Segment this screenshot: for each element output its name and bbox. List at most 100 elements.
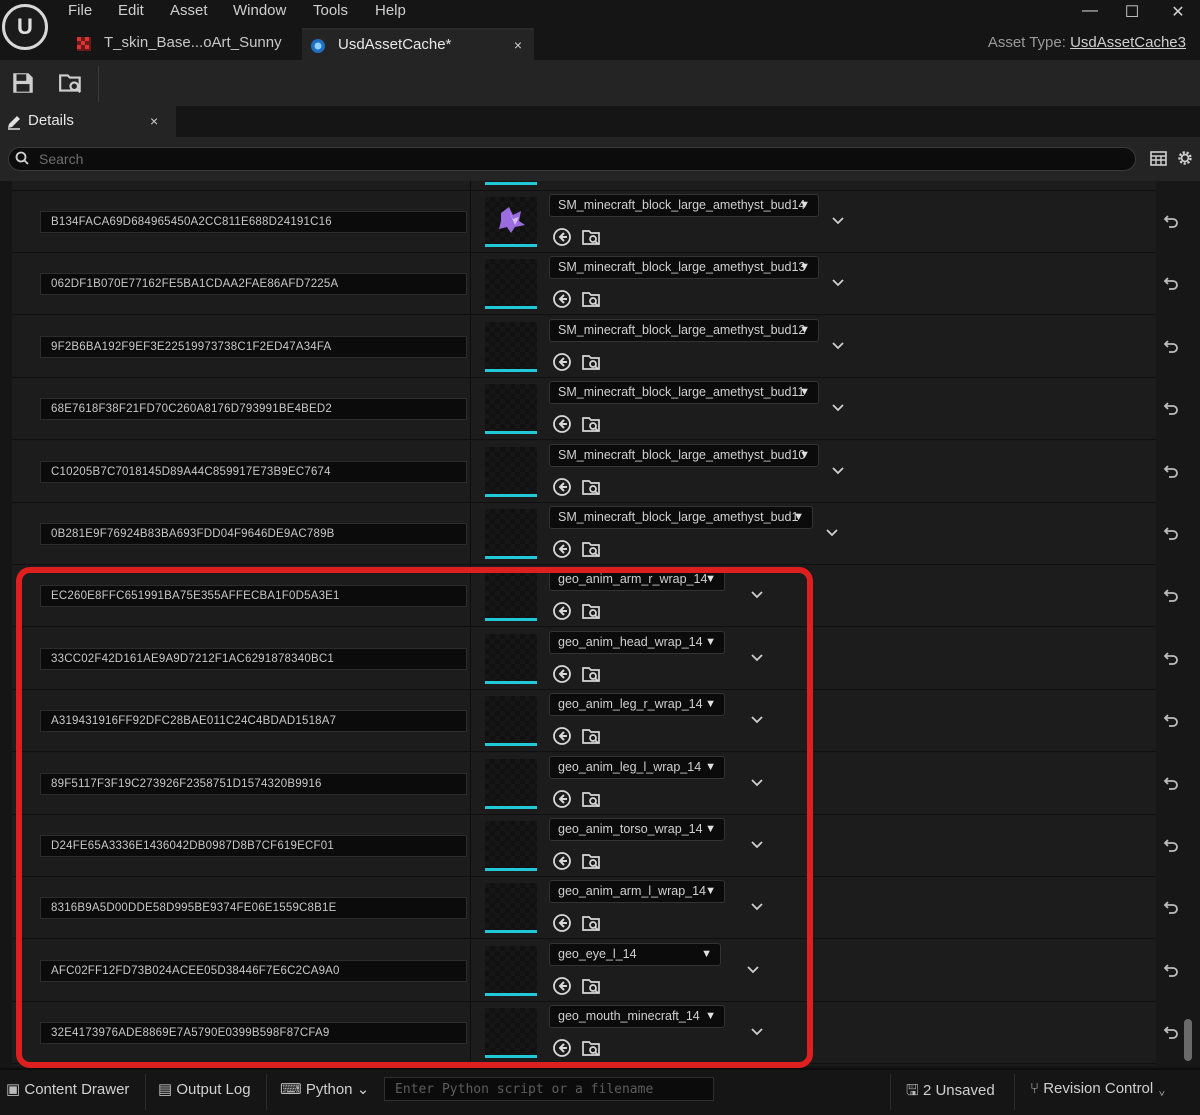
browse-to-asset-icon[interactable]: [581, 539, 601, 559]
tab-texture[interactable]: T_skin_Base...oArt_Sunny: [68, 28, 298, 60]
asset-hash-field[interactable]: C10205B7C7018145D89A44C859917E73B9EC7674: [40, 461, 467, 483]
reset-to-default-icon[interactable]: [1160, 774, 1180, 794]
use-selected-asset-icon[interactable]: [552, 789, 572, 809]
expand-chevron-icon[interactable]: [750, 587, 764, 601]
asset-picker-dropdown[interactable]: geo_eye_l_14 ▼: [549, 943, 721, 966]
asset-hash-field[interactable]: AFC02FF12FD73B024ACEE05D38446F7E6C2CA9A0: [40, 960, 467, 982]
reset-to-default-icon[interactable]: [1160, 399, 1180, 419]
python-console-selector[interactable]: ⌨ Python ⌄: [280, 1080, 369, 1098]
asset-thumbnail[interactable]: [485, 384, 537, 434]
menu-window[interactable]: Window: [233, 2, 286, 19]
asset-hash-field[interactable]: D24FE65A3336E1436042DB0987D8B7CF619ECF01: [40, 835, 467, 857]
asset-picker-dropdown[interactable]: geo_anim_leg_r_wrap_14 ▼: [549, 693, 725, 716]
expand-chevron-icon[interactable]: [825, 525, 839, 539]
reset-to-default-icon[interactable]: [1160, 711, 1180, 731]
reset-to-default-icon[interactable]: [1160, 836, 1180, 856]
maximize-button[interactable]: ☐: [1120, 2, 1144, 22]
browse-to-asset-icon[interactable]: [581, 289, 601, 309]
output-log-button[interactable]: ▤ Output Log: [158, 1080, 251, 1098]
revision-control-button[interactable]: ⑂ Revision Control ⌄: [1030, 1080, 1166, 1097]
asset-thumbnail[interactable]: [485, 696, 537, 746]
use-selected-asset-icon[interactable]: [552, 1038, 572, 1058]
unsaved-button[interactable]: 🖫 2 Unsaved: [906, 1080, 995, 1105]
expand-chevron-icon[interactable]: [750, 1024, 764, 1038]
asset-hash-field[interactable]: 33CC02F42D161AE9A9D7212F1AC6291878340BC1: [40, 648, 467, 670]
asset-thumbnail[interactable]: [485, 946, 537, 996]
browse-to-asset-icon[interactable]: [581, 477, 601, 497]
browse-to-asset-icon[interactable]: [581, 726, 601, 746]
expand-chevron-icon[interactable]: [831, 275, 845, 289]
use-selected-asset-icon[interactable]: [552, 664, 572, 684]
use-selected-asset-icon[interactable]: [552, 976, 572, 996]
asset-thumbnail[interactable]: [485, 759, 537, 809]
asset-thumbnail[interactable]: [485, 509, 537, 559]
reset-to-default-icon[interactable]: [1160, 1023, 1180, 1043]
asset-thumbnail[interactable]: [485, 447, 537, 497]
browse-to-asset-icon[interactable]: [581, 913, 601, 933]
asset-picker-dropdown[interactable]: geo_anim_arm_l_wrap_14 ▼: [549, 880, 725, 903]
browse-to-asset-icon[interactable]: [581, 664, 601, 684]
asset-type-link[interactable]: UsdAssetCache3: [1070, 34, 1186, 51]
search-input[interactable]: [37, 149, 1121, 169]
close-window-button[interactable]: ✕: [1166, 2, 1190, 22]
use-selected-asset-icon[interactable]: [552, 539, 572, 559]
reset-to-default-icon[interactable]: [1160, 961, 1180, 981]
asset-hash-field[interactable]: A319431916FF92DFC28BAE011C24C4BDAD1518A7: [40, 710, 467, 732]
use-selected-asset-icon[interactable]: [552, 352, 572, 372]
browse-to-asset-icon[interactable]: [581, 414, 601, 434]
asset-picker-dropdown[interactable]: geo_mouth_minecraft_14 ▼: [549, 1005, 725, 1028]
gear-icon[interactable]: [1176, 149, 1194, 167]
menu-edit[interactable]: Edit: [118, 2, 144, 19]
expand-chevron-icon[interactable]: [831, 463, 845, 477]
use-selected-asset-icon[interactable]: [552, 851, 572, 871]
menu-tools[interactable]: Tools: [313, 2, 348, 19]
reset-to-default-icon[interactable]: [1160, 524, 1180, 544]
asset-thumbnail[interactable]: [485, 259, 537, 309]
asset-picker-dropdown[interactable]: SM_minecraft_block_large_amethyst_bud10 ▼: [549, 444, 819, 467]
asset-hash-field[interactable]: 32E4173976ADE8869E7A5790E0399B598F87CFA9: [40, 1022, 467, 1044]
reset-to-default-icon[interactable]: [1160, 462, 1180, 482]
asset-hash-field[interactable]: 0B281E9F76924B83BA693FDD04F9646DE9AC789B: [40, 523, 467, 545]
asset-thumbnail[interactable]: [485, 883, 537, 933]
expand-chevron-icon[interactable]: [831, 213, 845, 227]
asset-hash-field[interactable]: 8316B9A5D00DDE58D995BE9374FE06E1559C8B1E: [40, 897, 467, 919]
reset-to-default-icon[interactable]: [1160, 212, 1180, 232]
browse-to-asset-icon[interactable]: [581, 789, 601, 809]
python-command-input[interactable]: [393, 1078, 717, 1100]
save-icon[interactable]: [10, 70, 36, 96]
reset-to-default-icon[interactable]: [1160, 337, 1180, 357]
tab-details[interactable]: Details ×: [0, 106, 176, 137]
expand-chevron-icon[interactable]: [750, 837, 764, 851]
table-view-icon[interactable]: [1150, 150, 1167, 167]
use-selected-asset-icon[interactable]: [552, 414, 572, 434]
menu-asset[interactable]: Asset: [170, 2, 208, 19]
asset-hash-field[interactable]: 062DF1B070E77162FE5BA1CDAA2FAE86AFD7225A: [40, 273, 467, 295]
asset-picker-dropdown[interactable]: geo_anim_leg_l_wrap_14 ▼: [549, 756, 725, 779]
asset-thumbnail[interactable]: [485, 197, 537, 247]
tab-usd-asset-cache[interactable]: UsdAssetCache* ×: [302, 28, 534, 60]
browse-folder-icon[interactable]: [58, 70, 84, 96]
browse-to-asset-icon[interactable]: [581, 227, 601, 247]
reset-to-default-icon[interactable]: [1160, 898, 1180, 918]
close-tab-button[interactable]: ×: [514, 37, 522, 53]
reset-to-default-icon[interactable]: [1160, 586, 1180, 606]
scrollbar-thumb[interactable]: [1184, 1019, 1192, 1061]
asset-hash-field[interactable]: 9F2B6BA192F9EF3E22519973738C1F2ED47A34FA: [40, 336, 467, 358]
asset-picker-dropdown[interactable]: SM_minecraft_block_large_amethyst_bud11 ▼: [549, 381, 819, 404]
browse-to-asset-icon[interactable]: [581, 851, 601, 871]
unreal-logo-icon[interactable]: U: [2, 4, 48, 50]
use-selected-asset-icon[interactable]: [552, 289, 572, 309]
expand-chevron-icon[interactable]: [750, 650, 764, 664]
expand-chevron-icon[interactable]: [746, 962, 760, 976]
asset-thumbnail[interactable]: [485, 1008, 537, 1058]
asset-thumbnail[interactable]: [485, 821, 537, 871]
browse-to-asset-icon[interactable]: [581, 352, 601, 372]
asset-picker-dropdown[interactable]: SM_minecraft_block_large_amethyst_bud13 ▼: [549, 256, 819, 279]
asset-hash-field[interactable]: EC260E8FFC651991BA75E355AFFECBA1F0D5A3E1: [40, 585, 467, 607]
asset-picker-dropdown[interactable]: geo_anim_torso_wrap_14 ▼: [549, 818, 725, 841]
use-selected-asset-icon[interactable]: [552, 477, 572, 497]
expand-chevron-icon[interactable]: [750, 775, 764, 789]
menu-help[interactable]: Help: [375, 2, 406, 19]
close-details-button[interactable]: ×: [150, 113, 158, 129]
asset-thumbnail[interactable]: [485, 181, 537, 185]
